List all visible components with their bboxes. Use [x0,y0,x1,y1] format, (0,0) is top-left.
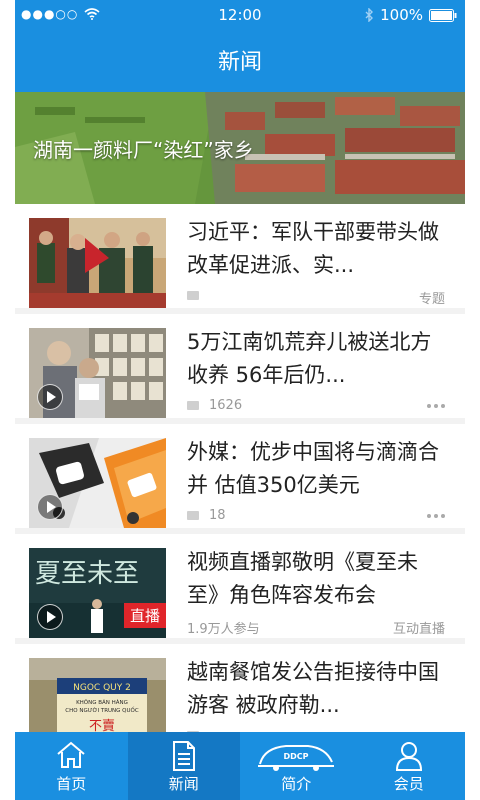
live-badge: 直播 [123,603,166,628]
comment-icon [187,401,199,410]
news-item[interactable]: 习近平：军队干部要带头做改革促进派、实... 专题 [15,204,465,308]
news-title: 视频直播郭敬明《夏至未至》角色阵容发布会 [187,550,418,607]
sign-line3-text: 不賣 [89,719,115,732]
news-item[interactable]: 5万江南饥荒弃儿被送北方收养 56年后仍... 1626 [15,314,465,418]
tab-home[interactable]: 首页 [15,732,128,800]
tab-member[interactable]: 会员 [353,732,466,800]
banner-caption: 湖南一颜料厂“染红”家乡 [33,138,254,162]
participant-count: 1.9万人参与 [187,622,260,637]
comment-icon [187,511,199,520]
featured-banner[interactable]: 湖南一颜料厂“染红”家乡 [15,92,465,204]
play-icon[interactable] [37,384,63,410]
news-icon [172,741,195,771]
comment-count: 18 [209,508,226,523]
comment-icon [187,291,199,300]
play-icon[interactable] [37,494,63,520]
more-icon[interactable] [424,514,445,518]
bottom-tab-bar: 首页 新闻 DDCP 简介 会员 [15,732,465,800]
page-title: 新闻 [217,50,262,75]
play-icon[interactable] [37,604,63,630]
tab-label: 简介 [281,775,312,793]
battery-area: 100% [365,6,457,24]
news-item[interactable]: NGOC QUY 2 KHÔNG BÁN HÀNG CHO NGƯỜI TRUN… [15,644,465,732]
news-title: 外媒：优步中国将与滴滴合并 估值350亿美元 [187,440,439,497]
status-bar: ●●●○○ 12:00 100% [15,0,465,30]
comment-count: 1626 [209,398,243,413]
sign-name-text: NGOC QUY 2 [73,683,131,693]
news-thumbnail: 夏至未至 直播 [29,548,166,638]
car-logo-icon: DDCP [258,745,335,771]
news-meta: 18 [187,508,445,524]
news-thumbnail [29,438,166,528]
live-interaction-tag: 互动直播 [392,622,445,637]
battery-icon [429,8,457,22]
news-meta: 专题 [187,288,445,307]
home-icon [57,741,85,768]
news-title: 5万江南饥荒弃儿被送北方收养 56年后仍... [187,330,432,387]
logo-text: DDCP [284,752,309,761]
news-meta: 1626 [187,398,445,414]
tab-news[interactable]: 新闻 [127,732,240,800]
tab-label: 首页 [56,775,87,793]
news-title: 习近平：军队干部要带头做改革促进派、实... [187,220,439,277]
news-item[interactable]: 夏至未至 直播 视频直播郭敬明《夏至未至》角色阵容发布会 1.9万人参与 互动直… [15,534,465,638]
app-frame: ●●●○○ 12:00 100% 新闻 湖南一颜料厂“染红”家乡 习近平：军队干… [15,0,465,800]
news-thumbnail: NGOC QUY 2 KHÔNG BÁN HÀNG CHO NGƯỜI TRUN… [29,658,166,732]
navigation-bar: 新闻 [15,30,465,92]
sign-line2-text: CHO NGƯỜI TRUNG QUỐC [65,706,139,714]
tab-label: 会员 [393,775,424,793]
news-item[interactable]: 外媒：优步中国将与滴滴合并 估值350亿美元 18 [15,424,465,528]
user-icon [395,742,422,771]
news-thumbnail [29,218,166,308]
news-meta: 1.9万人参与 互动直播 [187,618,445,637]
more-icon[interactable] [424,404,445,408]
news-thumbnail [29,328,166,418]
bluetooth-icon [365,8,374,22]
sign-line1-text: KHÔNG BÁN HÀNG [76,699,128,706]
news-list: 习近平：军队干部要带头做改革促进派、实... 专题 5万江南饥荒弃儿被送北方收养… [15,204,465,732]
topic-tag: 专题 [418,292,445,307]
news-title: 越南餐馆发公告拒接待中国游客 被政府勒... [187,660,439,717]
battery-percent: 100% [380,6,423,24]
tab-intro[interactable]: DDCP 简介 [240,732,353,800]
poster-title-text: 夏至未至 [35,559,139,589]
tab-label: 新闻 [168,775,199,793]
